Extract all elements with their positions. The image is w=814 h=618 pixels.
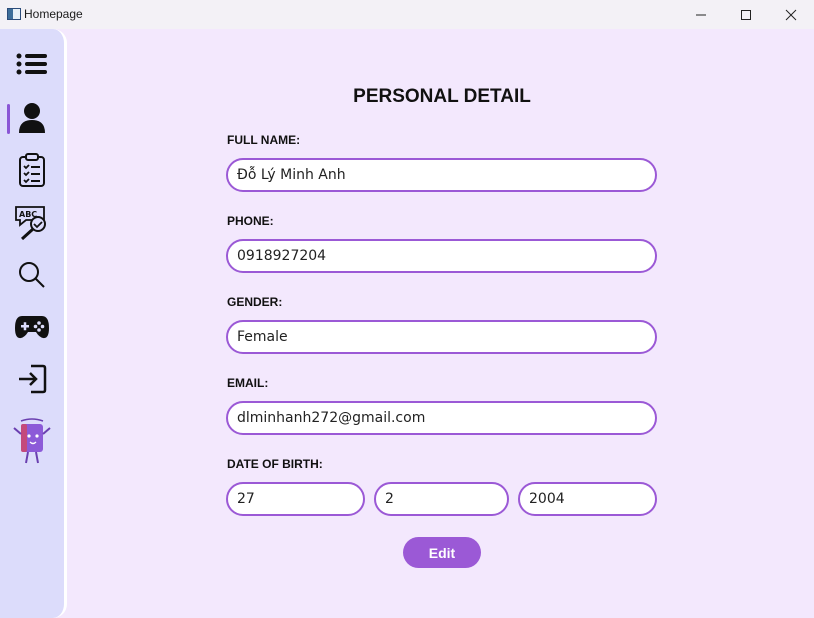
homepage-window: Homepage ABC PERSONAL DETAIL FULL NAME: … [0, 0, 814, 618]
sidebar-item-mascot[interactable] [0, 414, 64, 468]
page-title: PERSONAL DETAIL [353, 86, 531, 107]
sidebar: ABC [0, 29, 67, 618]
window-title: Homepage [24, 7, 83, 21]
maximize-button[interactable] [723, 0, 769, 29]
minimize-button[interactable] [678, 0, 724, 29]
sidebar-item-spellcheck[interactable]: ABC [0, 200, 64, 244]
logout-icon [19, 364, 47, 394]
dob-day-field[interactable]: 27 [226, 482, 365, 516]
dob-month-field[interactable]: 2 [374, 482, 509, 516]
close-icon [785, 9, 797, 20]
search-icon [19, 262, 45, 288]
gender-label: GENDER: [227, 295, 283, 309]
sidebar-item-games[interactable] [0, 305, 64, 349]
sidebar-item-tasks[interactable] [0, 148, 64, 192]
sidebar-item-menu[interactable] [0, 45, 64, 89]
edit-button[interactable]: Edit [403, 537, 481, 568]
menu-list-icon [16, 53, 47, 75]
full-name-field[interactable]: Đỗ Lý Minh Anh [226, 158, 657, 192]
email-field[interactable]: dlminhanh272@gmail.com [226, 401, 657, 435]
app-icon [7, 8, 21, 20]
gamepad-icon [15, 316, 49, 339]
sidebar-item-logout[interactable] [0, 357, 64, 401]
maximize-icon [741, 9, 751, 20]
book-mascot-icon [13, 418, 51, 464]
sidebar-item-search[interactable] [0, 253, 64, 297]
clipboard-checklist-icon [19, 153, 45, 187]
dob-year-field[interactable]: 2004 [518, 482, 657, 516]
phone-field[interactable]: 0918927204 [226, 239, 657, 273]
full-name-label: FULL NAME: [227, 133, 301, 147]
abc-spellcheck-icon: ABC [15, 206, 46, 240]
close-button[interactable] [768, 0, 814, 29]
minimize-icon [696, 14, 706, 15]
phone-label: PHONE: [227, 214, 274, 228]
gender-field[interactable]: Female [226, 320, 657, 354]
email-label: EMAIL: [227, 376, 269, 390]
title-bar: Homepage [0, 0, 814, 29]
dob-label: DATE OF BIRTH: [227, 457, 323, 471]
